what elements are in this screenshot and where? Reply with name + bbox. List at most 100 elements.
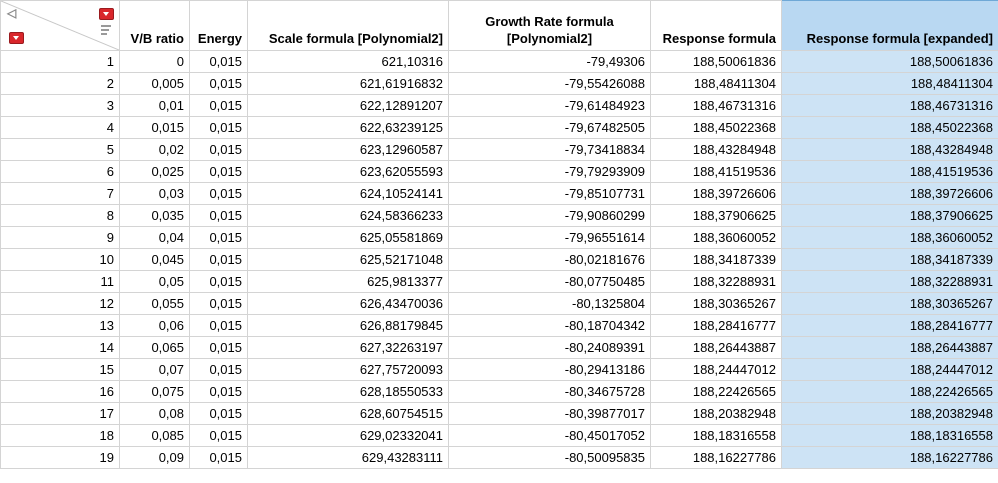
vb-ratio-cell[interactable]: 0,005	[119, 72, 190, 95]
vb-ratio-cell[interactable]: 0,01	[119, 94, 190, 117]
col-header-vb-ratio[interactable]: V/B ratio	[119, 0, 190, 51]
row-number-cell[interactable]: 4	[0, 116, 120, 139]
response-expanded-cell[interactable]: 188,18316558	[781, 424, 998, 447]
growth-rate-cell[interactable]: -80,18704342	[448, 314, 651, 337]
col-header-response-formula[interactable]: Response formula	[650, 0, 782, 51]
row-number-cell[interactable]: 18	[0, 424, 120, 447]
response-expanded-cell[interactable]: 188,48411304	[781, 72, 998, 95]
response-expanded-cell[interactable]: 188,34187339	[781, 248, 998, 271]
vb-ratio-cell[interactable]: 0,065	[119, 336, 190, 359]
vb-ratio-cell[interactable]: 0,015	[119, 116, 190, 139]
growth-rate-cell[interactable]: -80,29413186	[448, 358, 651, 381]
response-formula-cell[interactable]: 188,39726606	[650, 182, 782, 205]
energy-cell[interactable]: 0,015	[189, 94, 248, 117]
growth-rate-cell[interactable]: -79,55426088	[448, 72, 651, 95]
scale-formula-cell[interactable]: 623,62055593	[247, 160, 449, 183]
scale-formula-cell[interactable]: 629,43283111	[247, 446, 449, 469]
row-number-cell[interactable]: 14	[0, 336, 120, 359]
response-expanded-cell[interactable]: 188,20382948	[781, 402, 998, 425]
response-expanded-cell[interactable]: 188,16227786	[781, 446, 998, 469]
response-expanded-cell[interactable]: 188,22426565	[781, 380, 998, 403]
vb-ratio-cell[interactable]: 0,05	[119, 270, 190, 293]
response-formula-cell[interactable]: 188,26443887	[650, 336, 782, 359]
growth-rate-cell[interactable]: -80,1325804	[448, 292, 651, 315]
table-row[interactable]: 19 0,09 0,015 629,43283111 -80,50095835 188,1…	[0, 446, 998, 469]
energy-cell[interactable]: 0,015	[189, 380, 248, 403]
scale-formula-cell[interactable]: 626,88179845	[247, 314, 449, 337]
growth-rate-cell[interactable]: -80,50095835	[448, 446, 651, 469]
table-row[interactable]: 1 0 0,015 621,10316 -79,49306 188,50061836 188…	[0, 50, 998, 73]
growth-rate-cell[interactable]: -80,02181676	[448, 248, 651, 271]
response-formula-cell[interactable]: 188,50061836	[650, 50, 782, 73]
scale-formula-cell[interactable]: 622,63239125	[247, 116, 449, 139]
response-formula-cell[interactable]: 188,20382948	[650, 402, 782, 425]
table-row[interactable]: 8 0,035 0,015 624,58366233 -79,90860299 188,3…	[0, 204, 998, 227]
response-expanded-cell[interactable]: 188,24447012	[781, 358, 998, 381]
energy-cell[interactable]: 0,015	[189, 314, 248, 337]
scale-formula-cell[interactable]: 624,10524141	[247, 182, 449, 205]
table-row[interactable]: 2 0,005 0,015 621,61916832 -79,55426088 188,4…	[0, 72, 998, 95]
energy-cell[interactable]: 0,015	[189, 270, 248, 293]
growth-rate-cell[interactable]: -79,96551614	[448, 226, 651, 249]
table-row[interactable]: 11 0,05 0,015 625,9813377 -80,07750485 188,32…	[0, 270, 998, 293]
row-number-cell[interactable]: 15	[0, 358, 120, 381]
table-row[interactable]: 4 0,015 0,015 622,63239125 -79,67482505 188,4…	[0, 116, 998, 139]
row-number-cell[interactable]: 1	[0, 50, 120, 73]
vb-ratio-cell[interactable]: 0,045	[119, 248, 190, 271]
response-formula-cell[interactable]: 188,46731316	[650, 94, 782, 117]
vb-ratio-cell[interactable]: 0,08	[119, 402, 190, 425]
col-header-energy[interactable]: Energy	[189, 0, 248, 51]
table-row[interactable]: 6 0,025 0,015 623,62055593 -79,79293909 188,4…	[0, 160, 998, 183]
response-formula-cell[interactable]: 188,45022368	[650, 116, 782, 139]
response-expanded-cell[interactable]: 188,50061836	[781, 50, 998, 73]
response-formula-cell[interactable]: 188,22426565	[650, 380, 782, 403]
col-header-response-formula-expanded[interactable]: Response formula [expanded]	[781, 0, 998, 51]
response-formula-cell[interactable]: 188,18316558	[650, 424, 782, 447]
scale-formula-cell[interactable]: 623,12960587	[247, 138, 449, 161]
energy-cell[interactable]: 0,015	[189, 292, 248, 315]
response-expanded-cell[interactable]: 188,36060052	[781, 226, 998, 249]
vb-ratio-cell[interactable]: 0,035	[119, 204, 190, 227]
row-number-cell[interactable]: 2	[0, 72, 120, 95]
table-row[interactable]: 16 0,075 0,015 628,18550533 -80,34675728 188,…	[0, 380, 998, 403]
response-formula-cell[interactable]: 188,30365267	[650, 292, 782, 315]
response-formula-cell[interactable]: 188,24447012	[650, 358, 782, 381]
scale-formula-cell[interactable]: 629,02332041	[247, 424, 449, 447]
growth-rate-cell[interactable]: -79,61484923	[448, 94, 651, 117]
vb-ratio-cell[interactable]: 0,04	[119, 226, 190, 249]
growth-rate-cell[interactable]: -80,45017052	[448, 424, 651, 447]
growth-rate-cell[interactable]: -79,85107731	[448, 182, 651, 205]
vb-ratio-cell[interactable]: 0,07	[119, 358, 190, 381]
energy-cell[interactable]: 0,015	[189, 358, 248, 381]
row-number-cell[interactable]: 5	[0, 138, 120, 161]
scale-formula-cell[interactable]: 621,61916832	[247, 72, 449, 95]
vb-ratio-cell[interactable]: 0	[119, 50, 190, 73]
growth-rate-cell[interactable]: -79,90860299	[448, 204, 651, 227]
row-number-cell[interactable]: 3	[0, 94, 120, 117]
col-header-growth-rate-formula[interactable]: Growth Rate formula [Polynomial2]	[448, 0, 651, 51]
response-expanded-cell[interactable]: 188,30365267	[781, 292, 998, 315]
response-expanded-cell[interactable]: 188,26443887	[781, 336, 998, 359]
growth-rate-cell[interactable]: -79,67482505	[448, 116, 651, 139]
growth-rate-cell[interactable]: -79,73418834	[448, 138, 651, 161]
energy-cell[interactable]: 0,015	[189, 424, 248, 447]
response-expanded-cell[interactable]: 188,32288931	[781, 270, 998, 293]
response-expanded-cell[interactable]: 188,28416777	[781, 314, 998, 337]
table-row[interactable]: 15 0,07 0,015 627,75720093 -80,29413186 188,2…	[0, 358, 998, 381]
energy-cell[interactable]: 0,015	[189, 204, 248, 227]
table-row[interactable]: 3 0,01 0,015 622,12891207 -79,61484923 188,46…	[0, 94, 998, 117]
energy-cell[interactable]: 0,015	[189, 402, 248, 425]
scale-formula-cell[interactable]: 625,05581869	[247, 226, 449, 249]
row-number-cell[interactable]: 9	[0, 226, 120, 249]
response-formula-cell[interactable]: 188,36060052	[650, 226, 782, 249]
growth-rate-cell[interactable]: -80,07750485	[448, 270, 651, 293]
response-expanded-cell[interactable]: 188,46731316	[781, 94, 998, 117]
response-formula-cell[interactable]: 188,48411304	[650, 72, 782, 95]
row-menu-red-dropdown-icon[interactable]	[9, 32, 24, 44]
response-formula-cell[interactable]: 188,32288931	[650, 270, 782, 293]
energy-cell[interactable]: 0,015	[189, 336, 248, 359]
row-number-cell[interactable]: 13	[0, 314, 120, 337]
row-number-cell[interactable]: 11	[0, 270, 120, 293]
row-number-cell[interactable]: 10	[0, 248, 120, 271]
vb-ratio-cell[interactable]: 0,03	[119, 182, 190, 205]
